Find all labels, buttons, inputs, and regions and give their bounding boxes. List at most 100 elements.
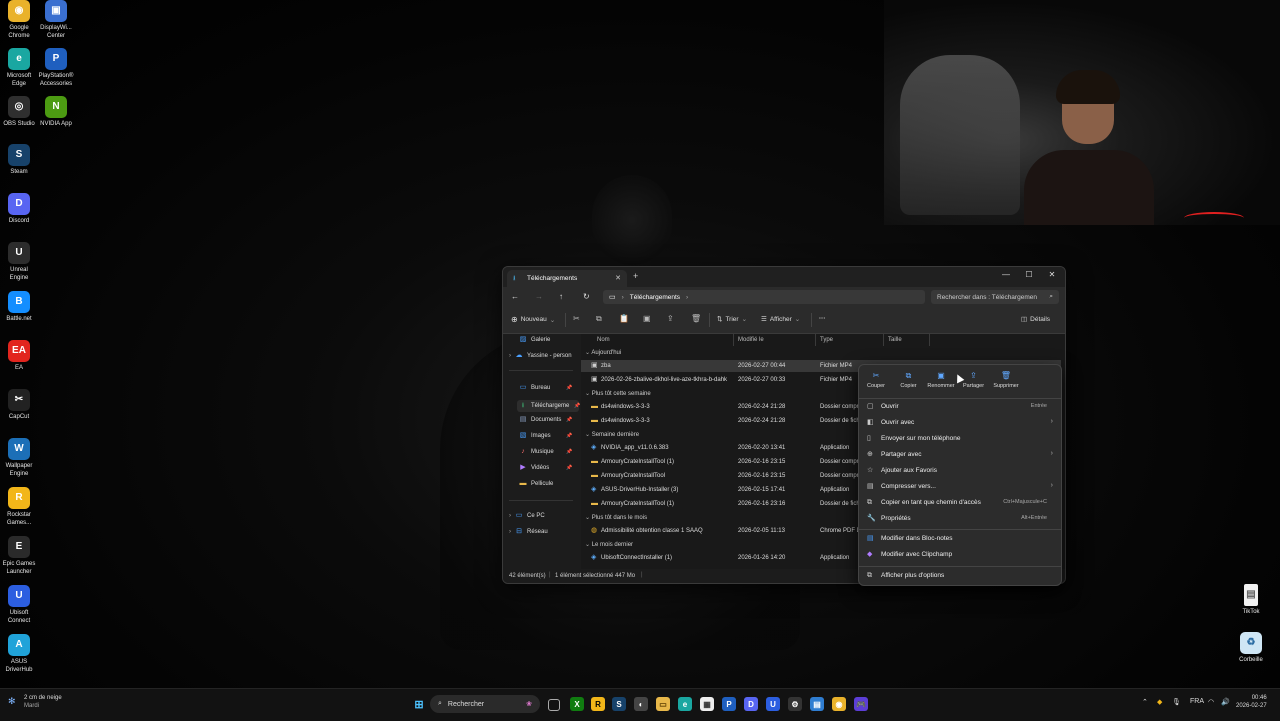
task-view-icon[interactable] [548,699,560,711]
delete-icon[interactable]: 🗑 [691,314,701,323]
share-icon[interactable]: ⇪ [667,314,674,323]
chevron-right-icon[interactable]: › [509,529,511,535]
settings-icon[interactable]: ⚙ [788,697,802,711]
chevron-right-icon[interactable]: › [509,513,511,519]
desktop-icon[interactable]: A ASUS DriverHub [0,634,38,674]
app-icon[interactable]: ▤ [810,697,824,711]
ubisoft-icon[interactable]: U [766,697,780,711]
rename-icon[interactable]: ▣ [643,314,651,323]
file-explorer-icon[interactable]: ▭ [656,697,670,711]
desktop-icon[interactable]: ✂ CapCut [0,389,38,421]
maximize-button[interactable]: ☐ [1018,270,1040,279]
game-controller-icon[interactable]: 🎮 [854,697,868,711]
sort-button[interactable]: ⇅ Trier ⌄ [717,315,747,324]
search-input[interactable]: Rechercher dans : Téléchargemen ⌕ [931,290,1059,304]
desktop-icon[interactable]: U Unreal Engine [0,242,38,282]
menu-item[interactable]: 🔧 Propriétés Alt+Entrée [867,512,1053,526]
desktop-icon[interactable]: W Wallpaper Engine [0,438,38,478]
up-button[interactable]: ↑ [559,292,563,301]
group-header[interactable]: ⌄ Plus tôt cette semaine [585,390,651,397]
address-bar[interactable]: ▭ › Téléchargements › [603,290,925,304]
chevron-up-icon[interactable]: ⌃ [1142,698,1148,706]
desktop-icon[interactable]: ◎ OBS Studio [0,96,38,128]
desktop-icon[interactable]: P PlayStation® Accessories [37,48,75,88]
tab-downloads[interactable]: ⭳ Téléchargements ✕ [507,270,627,287]
more-button[interactable]: ··· [819,315,826,322]
xbox-icon[interactable]: X [570,697,584,711]
menu-item[interactable]: ▤ Compresser vers... › [867,480,1053,494]
nav-item[interactable]: ▬ Pellicule [519,480,554,488]
quick-action-copier[interactable]: ⧉ Copier [893,371,925,389]
nav-item[interactable]: › ☁ Yassine - person [509,352,572,360]
close-button[interactable]: ✕ [1041,270,1063,279]
desktop-icon[interactable]: S Steam [0,144,38,176]
copy-icon[interactable]: ⧉ [596,314,602,324]
store-icon[interactable]: ▦ [700,697,714,711]
group-header[interactable]: ⌄ Plus tôt dans le mois [585,514,647,521]
nav-item[interactable]: ⭳ Téléchargeme 📌 [517,400,580,412]
nav-item[interactable]: › ⊟ Réseau [509,528,548,536]
view-button[interactable]: ☰ Afficher ⌄ [761,315,800,324]
microphone-icon[interactable]: 🎙 [1172,698,1181,706]
nav-item[interactable]: › ▭ Ce PC [509,512,545,520]
volume-icon[interactable]: 🔊 [1221,698,1230,706]
menu-item[interactable]: ▢ Ouvrir Entrée [867,400,1053,414]
column-header-type[interactable]: Type [820,337,833,343]
new-button[interactable]: ⊕ Nouveau ⌄ [511,315,555,324]
group-header[interactable]: ⌄ Le mois dernier [585,541,633,548]
desktop-icon-tiktok[interactable]: ▤ TikTok [1232,584,1270,616]
nav-item[interactable]: ♪ Musique 📌 [519,448,572,456]
column-header-name[interactable]: Nom [597,337,610,343]
quick-action-renommer[interactable]: ▣ Renommer [925,371,957,389]
nav-item[interactable]: ▧ Images 📌 [519,432,573,440]
pin-icon[interactable]: 📌 [566,433,572,439]
desktop-icon[interactable]: N NVIDIA App [37,96,75,128]
desktop-icon[interactable]: B Battle.net [0,291,38,323]
back-button[interactable]: ← [511,292,519,301]
chevron-right-icon[interactable]: › [509,353,511,359]
tray-app-icon[interactable]: ◆ [1157,698,1162,706]
desktop-icon[interactable]: R Rockstar Games... [0,487,38,527]
quick-action-couper[interactable]: ✂ Couper [860,371,892,389]
copilot-app-icon[interactable]: ◐ [634,697,648,711]
desktop-icon[interactable]: e Microsoft Edge [0,48,38,88]
menu-item[interactable]: ⧉ Copier en tant que chemin d'accès Ctrl+M… [867,496,1053,510]
desktop-icon[interactable]: ◉ Google Chrome [0,0,38,40]
refresh-button[interactable]: ↻ [583,292,590,301]
minimize-button[interactable]: — [995,270,1017,279]
nav-item[interactable]: ▤ Documents 📌 [519,416,573,424]
playstation-icon[interactable]: P [722,697,736,711]
menu-item[interactable]: ⧉ Afficher plus d'options [867,569,1053,583]
paste-icon[interactable]: 📋 [619,314,629,323]
menu-item[interactable]: ◧ Ouvrir avec › [867,416,1053,430]
nav-item[interactable]: ▭ Bureau 📌 [519,384,573,392]
menu-item[interactable]: ◆ Modifier avec Clipchamp [867,548,1053,562]
breadcrumb[interactable]: Téléchargements [630,294,680,301]
language-indicator[interactable]: FRA [1190,698,1204,705]
menu-item[interactable]: ▯ Envoyer sur mon téléphone [867,432,1053,446]
group-header[interactable]: ⌄ Semaine dernière [585,431,639,438]
steam-icon[interactable]: S [612,697,626,711]
rockstar-icon[interactable]: R [591,697,605,711]
clock[interactable]: 00:46 2026-02-27 [1236,694,1267,710]
menu-item[interactable]: ⊕ Partager avec › [867,448,1053,462]
edge-icon[interactable]: e [678,697,692,711]
nav-item[interactable]: ▶ Vidéos 📌 [519,464,572,472]
pin-icon[interactable]: 📌 [566,385,572,391]
menu-item[interactable]: ▤ Modifier dans Bloc-notes [867,532,1053,546]
details-button[interactable]: ◫ Détails [1021,315,1050,324]
weather-widget[interactable]: ✻ 2 cm de neige Mardi [8,694,62,710]
desktop-icon[interactable]: EA EA [0,340,38,372]
nav-item[interactable]: ▨ Galerie [519,336,551,344]
desktop-icon[interactable]: E Epic Games Launcher [0,536,38,576]
wifi-icon[interactable]: ◠ [1208,698,1214,706]
group-header[interactable]: ⌄ Aujourd'hui [585,349,621,356]
pin-icon[interactable]: 📌 [566,465,572,471]
discord-icon[interactable]: D [744,697,758,711]
pin-icon[interactable]: 📌 [566,417,572,423]
start-icon[interactable]: ⊞ [412,697,426,711]
pin-icon[interactable]: 📌 [574,403,580,409]
cut-icon[interactable]: ✂ [573,314,580,323]
close-tab-icon[interactable]: ✕ [615,274,621,282]
desktop-icon-recycle-bin[interactable]: ♻ Corbeille [1232,632,1270,664]
